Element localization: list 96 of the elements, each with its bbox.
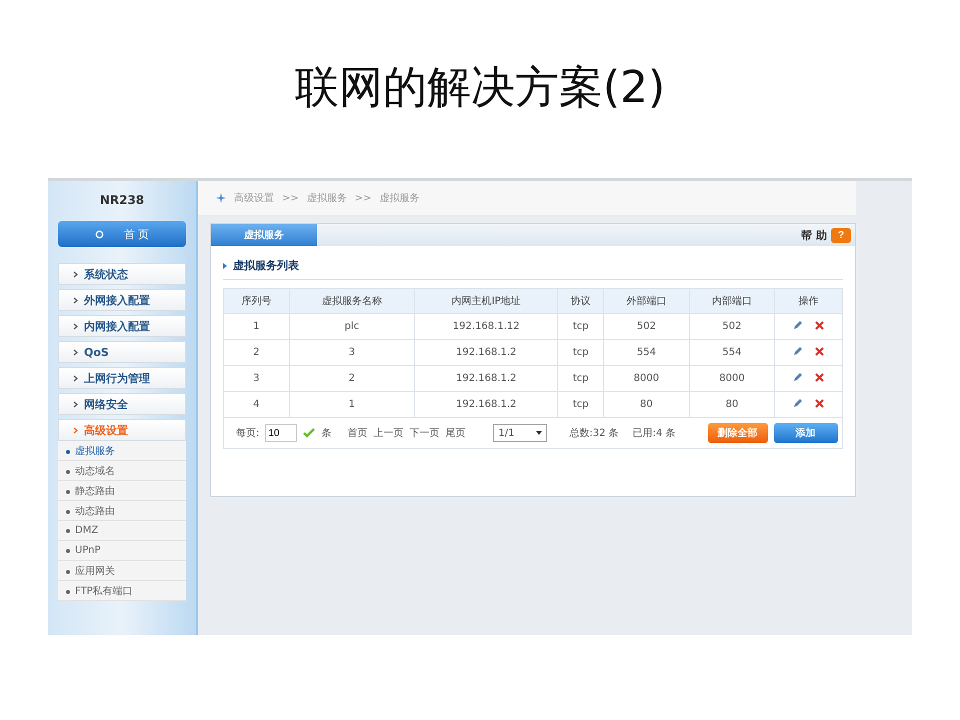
unit-label: 条 <box>321 427 332 440</box>
table-cell: 3 <box>289 340 415 366</box>
pager-link[interactable]: 下一页 <box>409 426 440 440</box>
table-cell: 554 <box>689 340 775 366</box>
table-cell: 3 <box>224 366 290 392</box>
table-cell: tcp <box>558 314 604 340</box>
delete-icon[interactable] <box>815 399 824 408</box>
tab[interactable]: 虚拟服务 <box>211 224 317 246</box>
submenu-item[interactable]: 虚拟服务 <box>58 441 186 461</box>
table-cell: 192.168.1.2 <box>414 340 558 366</box>
breadcrumb-text: 高级设置 <box>234 192 274 205</box>
column-header: 序列号 <box>224 288 290 314</box>
chevron-icon <box>73 348 78 356</box>
caret-icon <box>536 431 542 435</box>
table-cell: 8000 <box>604 366 690 392</box>
chevron-icon <box>73 322 78 330</box>
home-icon <box>94 230 104 238</box>
help-label: 帮 助 <box>801 228 827 242</box>
submenu-item[interactable]: 动态域名 <box>58 461 186 481</box>
column-header: 操作 <box>774 288 842 314</box>
submenu-item[interactable]: FTP私有端口 <box>58 581 186 601</box>
chevron-icon <box>73 296 78 304</box>
table-cell: 1 <box>289 392 415 418</box>
pager-link[interactable]: 首页 <box>347 426 368 440</box>
bullet-icon <box>66 490 70 494</box>
total-count: 总数:32 条 <box>569 426 619 440</box>
submenu-item[interactable]: DMZ <box>58 521 186 541</box>
chevron-icon <box>73 374 78 382</box>
submenu-item[interactable]: 动态路由 <box>58 501 186 521</box>
pencil-icon[interactable] <box>793 346 804 356</box>
table-cell: 502 <box>689 314 775 340</box>
slide-title: 联网的解决方案(2) <box>294 61 666 115</box>
column-header: 外部端口 <box>604 288 690 314</box>
table-cell: plc <box>289 314 415 340</box>
table-cell: 4 <box>224 392 290 418</box>
menu-item[interactable]: 系统状态 <box>58 263 186 285</box>
menu-item[interactable]: 内网接入配置 <box>58 315 186 337</box>
table-cell: tcp <box>558 392 604 418</box>
column-header: 虚拟服务名称 <box>289 288 415 314</box>
submenu-item[interactable]: 应用网关 <box>58 561 186 581</box>
chevron-icon <box>73 426 78 434</box>
device-name: NR238 <box>98 192 146 209</box>
menu-item[interactable]: 网络安全 <box>58 393 186 415</box>
menu-item[interactable]: 高级设置 <box>58 419 186 441</box>
menu-item[interactable]: 外网接入配置 <box>58 289 186 311</box>
bullet-icon <box>66 450 70 454</box>
used-count: 已用:4 条 <box>632 427 676 440</box>
bullet-icon <box>66 549 70 553</box>
per-page-label: 每页: <box>236 427 260 440</box>
sparkle-icon <box>216 193 226 203</box>
pager-link[interactable]: 尾页 <box>445 426 466 440</box>
breadcrumb-text: 虚拟服务 <box>380 192 420 205</box>
table-cell: 502 <box>604 314 690 340</box>
chevron-icon <box>73 270 78 278</box>
submenu-item[interactable]: UPnP <box>58 541 186 561</box>
menu-item[interactable]: QoS <box>58 341 186 363</box>
column-header: 协议 <box>558 288 604 314</box>
column-header: 内部端口 <box>689 288 775 314</box>
per-page-field[interactable]: 10 <box>265 424 298 442</box>
check-icon[interactable] <box>303 428 316 438</box>
menu-item[interactable]: 上网行为管理 <box>58 367 186 389</box>
table-cell: 192.168.1.2 <box>414 366 558 392</box>
delete-icon[interactable] <box>815 347 824 356</box>
table-cell: tcp <box>558 366 604 392</box>
chevron-icon <box>73 400 78 408</box>
table-cell: tcp <box>558 340 604 366</box>
column-header: 内网主机IP地址 <box>414 288 558 314</box>
bullet-icon <box>66 570 70 574</box>
table-cell: 8000 <box>689 366 775 392</box>
table-cell: 2 <box>289 366 415 392</box>
breadcrumb-text: 虚拟服务 <box>306 192 347 205</box>
bullet-icon <box>66 470 70 474</box>
section-title: 虚拟服务列表 <box>233 258 299 273</box>
triangle-icon <box>223 262 227 268</box>
delete-icon[interactable] <box>815 373 824 382</box>
page-select[interactable]: 1/1 <box>493 424 548 442</box>
pager-link[interactable]: 上一页 <box>373 426 404 440</box>
breadcrumb-text: >> <box>354 192 372 204</box>
table-cell: 1 <box>224 314 290 340</box>
submenu-item[interactable]: 静态路由 <box>58 481 186 501</box>
table-cell: 80 <box>689 392 775 418</box>
bullet-icon <box>66 510 70 514</box>
pencil-icon[interactable] <box>793 320 804 330</box>
table-cell: 192.168.1.12 <box>414 314 558 340</box>
pencil-icon[interactable] <box>793 372 804 382</box>
bullet-icon <box>66 590 70 594</box>
delete-icon[interactable] <box>815 321 824 330</box>
breadcrumb-text: >> <box>282 192 299 204</box>
pencil-icon[interactable] <box>793 398 804 408</box>
table-cell: 192.168.1.2 <box>414 392 558 418</box>
bullet-icon <box>66 529 70 533</box>
add-button[interactable]: 添加 <box>774 423 838 443</box>
home-button[interactable]: 首 页 <box>58 221 186 247</box>
table-cell: 2 <box>224 340 290 366</box>
table-cell: 80 <box>604 392 690 418</box>
table-cell: 554 <box>604 340 690 366</box>
